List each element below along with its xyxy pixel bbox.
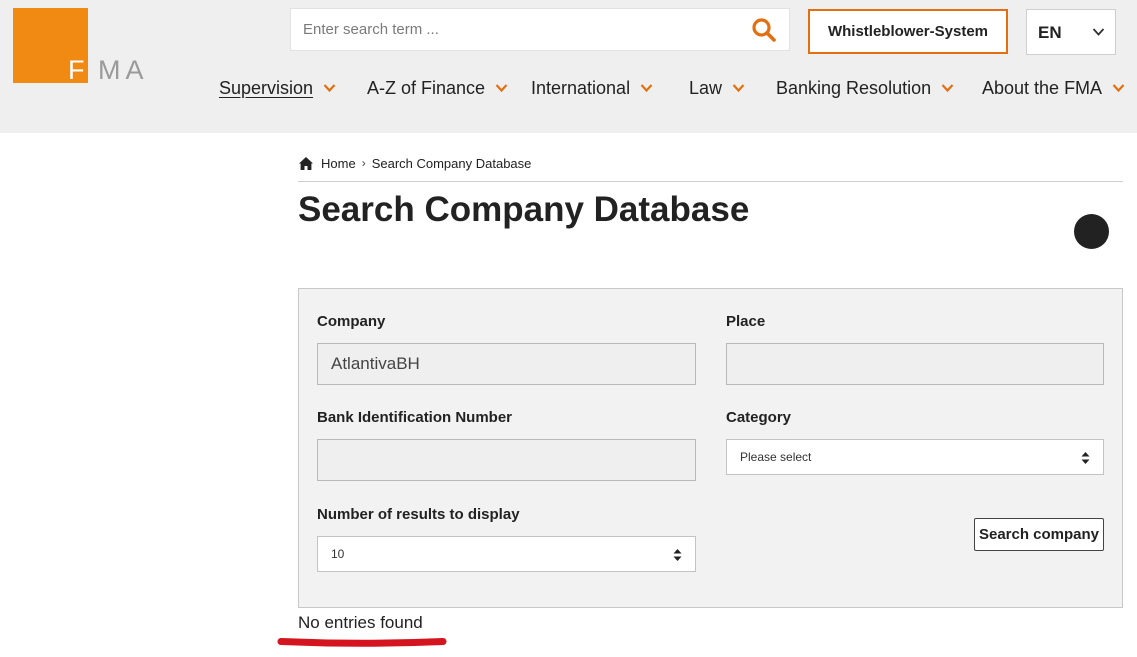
language-selected: EN [1038, 23, 1062, 42]
whistleblower-system-button[interactable]: Whistleblower-System [808, 9, 1008, 54]
nav-item-label: Banking Resolution [776, 77, 932, 98]
nav-item-law[interactable]: Law [689, 76, 745, 100]
results-count-selected-value: 10 [331, 547, 345, 561]
place-label: Place [726, 313, 766, 330]
home-icon[interactable] [298, 156, 314, 171]
floating-circle-button[interactable] [1074, 214, 1109, 249]
chevron-down-icon [732, 84, 745, 93]
nav-item-label: About the FMA [982, 77, 1103, 98]
company-label: Company [317, 313, 386, 330]
breadcrumb-divider [298, 181, 1123, 182]
category-selected-value: Please select [740, 450, 812, 464]
nav-item-international[interactable]: International [531, 76, 653, 100]
nav-item-label: Law [689, 77, 723, 98]
results-count-select[interactable]: 10 [317, 536, 696, 572]
site-header: F MA Whistleblower-System EN Supervision… [0, 0, 1137, 133]
select-arrows-icon [673, 549, 682, 561]
breadcrumb-home-link[interactable]: Home [321, 156, 356, 171]
chevron-down-icon [323, 84, 336, 93]
chevron-down-icon [640, 84, 653, 93]
place-input[interactable] [726, 343, 1104, 385]
no-entries-message: No entries found [298, 613, 423, 632]
breadcrumb: Home › Search Company Database [298, 154, 531, 172]
bank-identification-number-input[interactable] [317, 439, 696, 481]
bank-identification-number-label: Bank Identification Number [317, 409, 513, 426]
nav-item-about-the-fma[interactable]: About the FMA [982, 76, 1125, 100]
nav-item-supervision[interactable]: Supervision [219, 76, 336, 100]
search-company-button[interactable]: Search company [974, 518, 1104, 551]
nav-item-a-z-of-finance[interactable]: A-Z of Finance [367, 76, 508, 100]
search-input[interactable] [303, 9, 743, 50]
breadcrumb-current: Search Company Database [371, 155, 532, 171]
nav-item-label: A-Z of Finance [367, 77, 486, 98]
language-select[interactable]: EN [1026, 9, 1116, 55]
company-input[interactable] [317, 343, 696, 385]
chevron-down-icon [495, 84, 508, 93]
nav-item-label: International [531, 77, 631, 98]
chevron-down-icon [1092, 28, 1105, 36]
select-arrows-icon [1081, 452, 1090, 464]
red-underline-annotation [277, 638, 447, 647]
site-search [290, 8, 790, 51]
breadcrumb-separator-icon: › [361, 156, 366, 170]
company-search-form: Company Place Bank Identification Number… [298, 288, 1123, 608]
category-label: Category [726, 409, 792, 426]
nav-item-label: Supervision [219, 77, 314, 98]
chevron-down-icon [1112, 84, 1125, 93]
page-title: Search Company Database [298, 190, 750, 229]
logo-letter-f: F [68, 55, 86, 85]
category-select[interactable]: Please select [726, 439, 1104, 475]
chevron-down-icon [941, 84, 954, 93]
search-icon[interactable] [751, 17, 777, 43]
nav-item-banking-resolution[interactable]: Banking Resolution [776, 76, 954, 100]
results-count-label: Number of results to display [317, 506, 520, 523]
logo-letters-ma: MA [98, 55, 149, 85]
fma-logo[interactable]: F MA [13, 8, 153, 84]
